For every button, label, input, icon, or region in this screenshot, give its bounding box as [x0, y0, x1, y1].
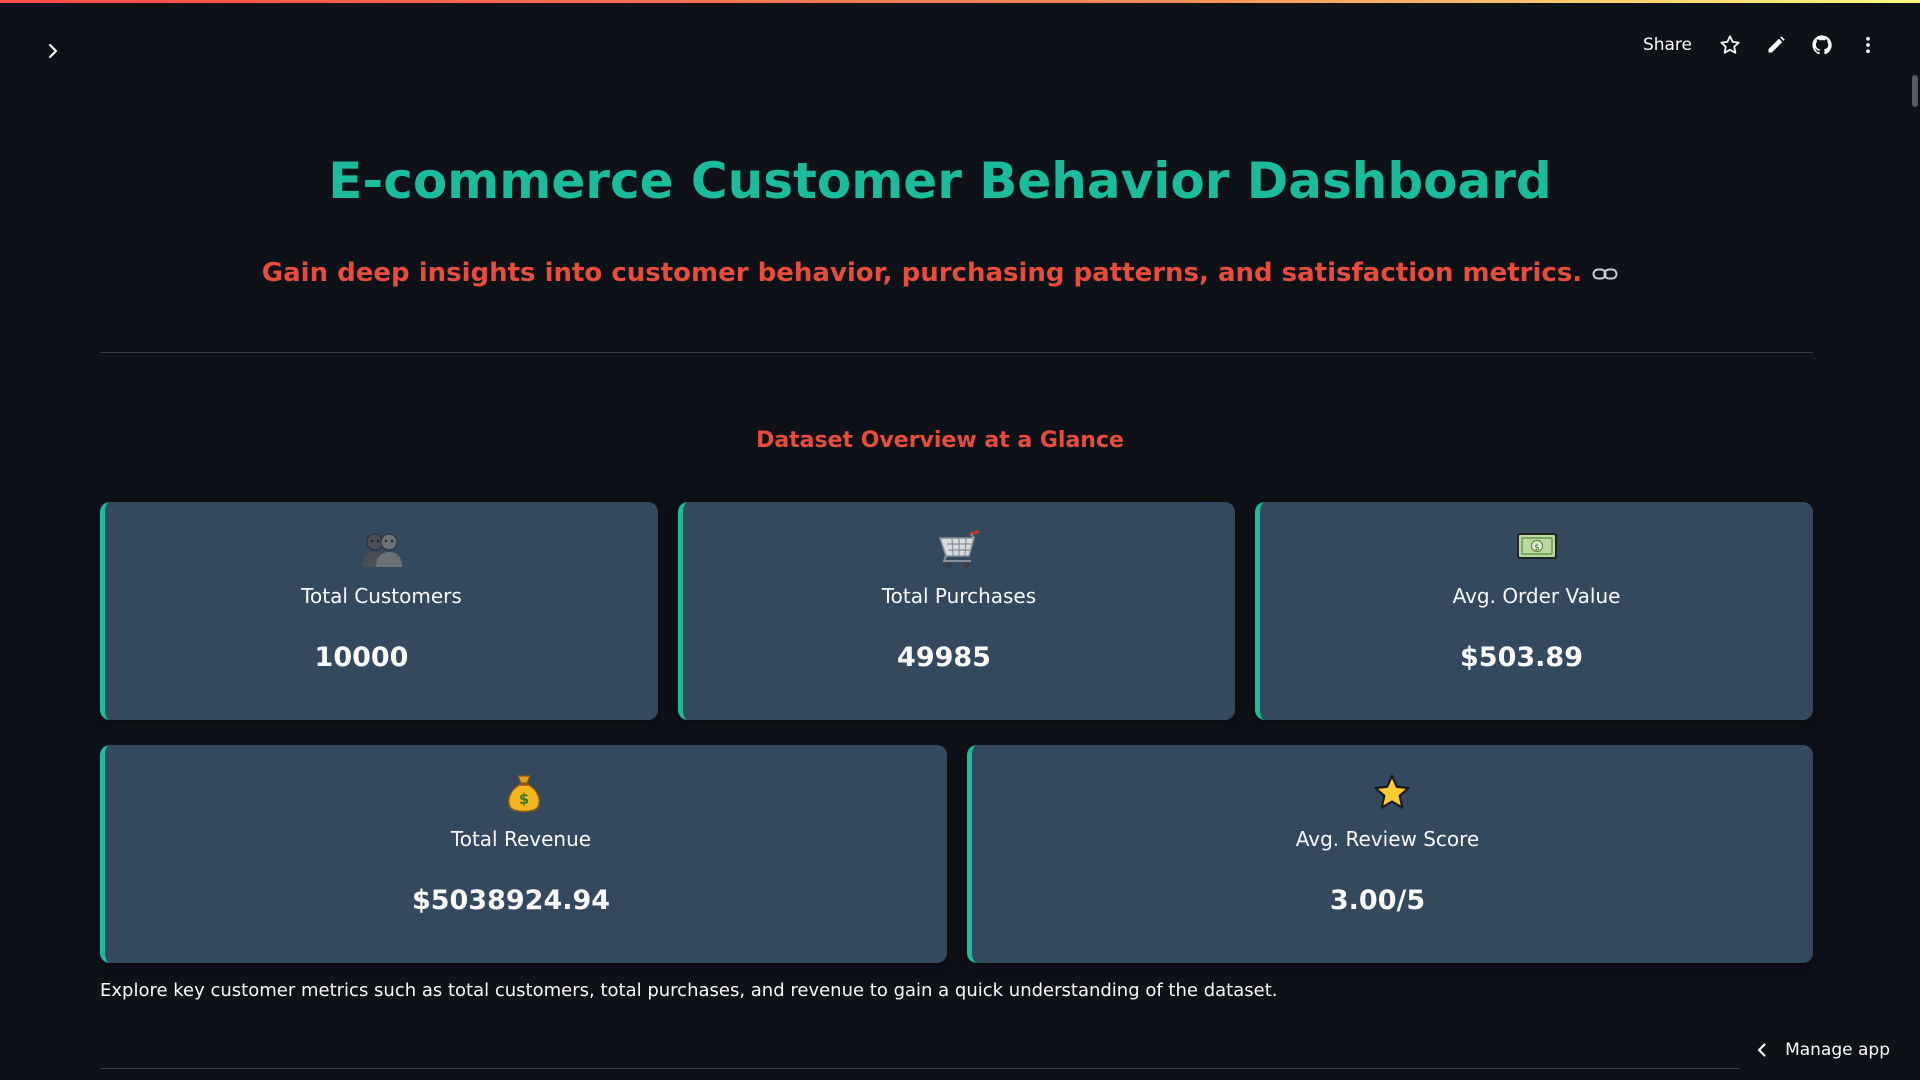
metric-label: Total Revenue [450, 827, 592, 851]
metric-card-total-revenue: $ Total Revenue $5038924.94 [100, 745, 947, 963]
github-icon [1812, 35, 1832, 55]
edit-button[interactable] [1760, 29, 1792, 61]
star-icon [972, 773, 1813, 813]
metric-card-avg-order-value: $ Avg. Order Value $503.89 [1255, 502, 1813, 720]
metric-value: $503.89 [1460, 642, 1583, 673]
metric-label: Avg. Order Value [1452, 584, 1621, 608]
people-icon [105, 530, 658, 570]
star-button[interactable] [1714, 29, 1746, 61]
svg-text:$: $ [519, 790, 529, 808]
top-decoration-bar [0, 0, 1920, 3]
app-toolbar: Share [1635, 28, 1884, 62]
metric-card-total-customers: Total Customers 10000 [100, 502, 658, 720]
svg-text:$: $ [1534, 543, 1540, 553]
money-bag-icon: $ [105, 773, 947, 813]
star-icon [1720, 35, 1740, 54]
main-menu-button[interactable] [1852, 29, 1884, 61]
metric-value: 10000 [314, 642, 409, 673]
metric-label: Total Purchases [881, 584, 1037, 608]
github-button[interactable] [1806, 29, 1838, 61]
page-subtitle: Gain deep insights into customer behavio… [0, 258, 1880, 289]
metric-value: $5038924.94 [411, 885, 611, 916]
section-caption: Explore key customer metrics such as tot… [100, 980, 1278, 1001]
dollar-banknote-icon: $ [1260, 530, 1813, 570]
shopping-cart-icon [683, 530, 1235, 570]
section-heading: Dataset Overview at a Glance [756, 428, 1124, 453]
metric-value: 3.00/5 [1329, 885, 1426, 916]
metric-value: 49985 [897, 642, 991, 673]
pencil-icon [1768, 36, 1785, 53]
metric-card-avg-review-score: Avg. Review Score 3.00/5 [967, 745, 1813, 963]
metric-label: Total Customers [301, 584, 462, 608]
scrollbar-thumb[interactable] [1912, 75, 1918, 107]
page-title: E-commerce Customer Behavior Dashboard [328, 152, 1552, 210]
share-button[interactable]: Share [1635, 31, 1700, 59]
sidebar-expand-button[interactable] [38, 36, 68, 66]
metric-label: Avg. Review Score [1295, 827, 1480, 851]
anchor-link-icon[interactable] [1592, 259, 1618, 289]
more-vertical-icon [1866, 36, 1870, 54]
manage-app-label: Manage app [1785, 1040, 1890, 1060]
divider [100, 1068, 1740, 1069]
metric-card-total-purchases: Total Purchases 49985 [678, 502, 1235, 720]
manage-app-button[interactable]: Manage app [1755, 1040, 1890, 1060]
divider [100, 352, 1813, 353]
chevron-right-icon [48, 43, 58, 59]
chevron-left-icon [1757, 1043, 1766, 1057]
subtitle-text: Gain deep insights into customer behavio… [261, 258, 1583, 288]
